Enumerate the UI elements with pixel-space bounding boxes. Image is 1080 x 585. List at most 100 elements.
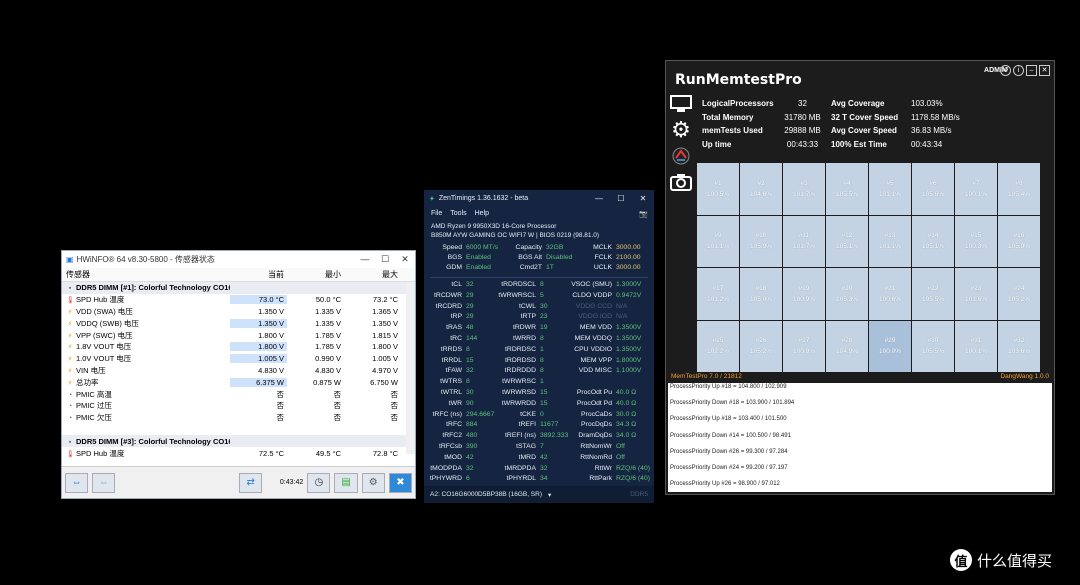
timing-label: tWRWRSD — [502, 388, 536, 396]
thread-cell[interactable]: #14 105.1% — [912, 215, 954, 267]
gear-icon[interactable]: ⚙ — [670, 117, 692, 142]
log-line: ProcessPriority Down #18 = 103.900 / 101… — [670, 400, 795, 407]
thread-cell[interactable]: #6 105.6% — [912, 163, 954, 215]
sensor-row[interactable] — [62, 424, 415, 436]
thread-cell[interactable]: #24 105.2% — [998, 268, 1040, 320]
thread-coverage: 105.2% — [1007, 295, 1031, 303]
screenshot-icon[interactable]: 📷 — [639, 210, 648, 218]
thread-cell[interactable]: #30 105.5% — [912, 320, 954, 372]
thread-cell[interactable]: #5 101.1% — [869, 163, 911, 215]
menu-file[interactable]: File — [431, 210, 442, 217]
thread-cell[interactable]: #27 100.9% — [783, 320, 825, 372]
rm-close-button[interactable]: ✕ — [1039, 65, 1050, 76]
thread-cell[interactable]: #11 101.7% — [783, 215, 825, 267]
col-sensor[interactable]: 传感器 — [62, 269, 230, 280]
sensor-row[interactable]: ⚡ VDDQ (SWB) 电压 1.350 V 1.335 V 1.350 V — [62, 317, 415, 329]
thread-cell[interactable]: #15 100.3% — [955, 215, 997, 267]
sensor-row[interactable]: ⚡ VDD (SWA) 电压 1.350 V 1.335 V 1.365 V — [62, 306, 415, 318]
thread-cell[interactable]: #12 105.1% — [826, 215, 868, 267]
sensor-row[interactable]: ⚡ VPP (SWC) 电压 1.800 V 1.785 V 1.815 V — [62, 329, 415, 341]
thread-cell[interactable]: #3 101.7% — [783, 163, 825, 215]
thread-cell[interactable]: #9 101.1% — [697, 215, 739, 267]
exit-icon[interactable]: ✖ — [388, 472, 413, 493]
info-icon[interactable]: i — [1013, 65, 1024, 76]
thread-cell[interactable]: #1 100.5% — [697, 163, 739, 215]
thread-cell[interactable]: #19 100.9% — [783, 268, 825, 320]
history-icon[interactable]: ↺ — [1000, 65, 1011, 76]
maximize-button[interactable]: ☐ — [375, 254, 395, 265]
thread-cell[interactable]: #32 103.6% — [998, 320, 1040, 372]
report-icon[interactable]: ▤ — [334, 472, 358, 493]
sensor-row[interactable]: ◔ PMIC 欠压 否 否 否 — [62, 412, 415, 424]
thread-cell[interactable]: #26 105.2% — [740, 320, 782, 372]
thread-cell[interactable]: #29 100.0% — [869, 320, 911, 372]
app-logo-icon[interactable] — [670, 144, 692, 168]
thread-coverage: 105.4% — [1007, 190, 1031, 198]
menu-tools[interactable]: Tools — [450, 210, 466, 217]
sensor-row[interactable]: ◔ PMIC 过压 否 否 否 — [62, 400, 415, 412]
thread-coverage: 101.6% — [964, 295, 988, 303]
zt-close-button[interactable]: ✕ — [632, 194, 654, 203]
thread-cell[interactable]: #22 105.5% — [912, 268, 954, 320]
thread-coverage: 101.1% — [878, 190, 902, 198]
col-max[interactable]: 最大 — [344, 269, 401, 280]
nav-left-icon[interactable]: ⇔ — [65, 472, 89, 493]
sensor-row[interactable]: 🌡SPD Hub 温度 72.5 °C 49.5 °C 72.8 °C — [62, 447, 415, 459]
col-min[interactable]: 最小 — [287, 269, 344, 280]
thread-cell[interactable]: #23 101.6% — [955, 268, 997, 320]
thread-cell[interactable]: #2 104.6% — [740, 163, 782, 215]
thread-coverage: 101.7% — [792, 190, 816, 198]
thread-cell[interactable]: #20 105.3% — [826, 268, 868, 320]
sensor-row[interactable]: ⚡ VIN 电压 4.830 V 4.830 V 4.970 V — [62, 365, 415, 377]
sensor-section[interactable]: ▪ DDR5 DIMM [#1]: Colorful Technology CO1… — [62, 282, 415, 294]
thread-cell[interactable]: #13 101.1% — [869, 215, 911, 267]
timing-value: 5 — [540, 291, 544, 299]
sensor-label: VDDQ (SWB) 电压 — [76, 318, 139, 328]
zt-minimize-button[interactable]: — — [588, 194, 610, 203]
camera-icon[interactable] — [670, 170, 692, 194]
thread-id: #32 — [1013, 337, 1025, 345]
sensor-name: 🌡SPD Hub 温度 — [62, 448, 230, 459]
thread-id: #23 — [970, 284, 982, 292]
module-select[interactable]: A2: CO16G6000D5BP38B (16GB, SR) — [430, 491, 542, 498]
value-min: 1.785 V — [315, 342, 341, 352]
sensor-label: SPD Hub 温度 — [76, 295, 125, 305]
menu-help[interactable]: Help — [475, 210, 489, 217]
clock-icon[interactable]: ◷ — [307, 472, 331, 493]
sensor-row[interactable]: ⚡ 1.0V VOUT 电压 1.005 V 0.990 V 1.005 V — [62, 353, 415, 365]
close-button[interactable]: ✕ — [395, 254, 415, 265]
thread-cell[interactable]: #7 100.1% — [955, 163, 997, 215]
thread-cell[interactable]: #25 102.2% — [697, 320, 739, 372]
value-current: 否 — [276, 401, 285, 411]
thread-cell[interactable]: #28 104.9% — [826, 320, 868, 372]
thread-id: #10 — [755, 232, 767, 240]
thread-cell[interactable]: #31 100.1% — [955, 320, 997, 372]
zt-maximize-button[interactable]: ☐ — [610, 194, 632, 203]
sensor-section[interactable]: ▪ DDR5 DIMM [#3]: Colorful Technology CO1… — [62, 435, 415, 448]
rm-minimize-button[interactable]: – — [1026, 65, 1037, 76]
thread-cell[interactable]: #4 105.5% — [826, 163, 868, 215]
chevron-down-icon[interactable]: ▾ — [548, 491, 551, 499]
thread-cell[interactable]: #21 100.6% — [869, 268, 911, 320]
value-current: 1.800 V — [230, 342, 287, 352]
sensor-row[interactable]: ⚡ 总功率 6.375 W 0.875 W 6.750 W — [62, 376, 415, 388]
sensor-row[interactable]: ⚡ 1.8V VOUT 电压 1.800 V 1.785 V 1.800 V — [62, 341, 415, 353]
network-icon[interactable]: ⇄ — [239, 472, 263, 493]
settings-icon[interactable]: ⚙ — [361, 472, 385, 493]
sensor-name: ⚡ VPP (SWC) 电压 — [62, 330, 230, 341]
sensor-scrollbar[interactable] — [406, 282, 415, 454]
sensor-row[interactable]: 🌡SPD Hub 温度 73.0 °C 50.0 °C 73.2 °C — [62, 294, 415, 306]
thread-cell[interactable]: #18 105.0% — [740, 268, 782, 320]
minimize-button[interactable]: — — [355, 254, 375, 265]
thread-cell[interactable]: #10 105.9% — [740, 215, 782, 267]
sensor-row[interactable]: ◔ PMIC 高温 否 否 否 — [62, 388, 415, 400]
col-current[interactable]: 当前 — [230, 269, 287, 280]
monitor-icon[interactable] — [670, 92, 692, 116]
timing-label: CPU VDDIO — [574, 345, 612, 353]
thread-cell[interactable]: #17 101.2% — [697, 268, 739, 320]
rm-log[interactable]: ProcessPriority Up #18 = 104.800 / 102.9… — [668, 383, 1052, 492]
timing-value: RZQ/6 (40) — [616, 464, 650, 472]
thread-cell[interactable]: #16 105.9% — [998, 215, 1040, 267]
nav-right-icon[interactable]: ⇔ — [92, 472, 116, 493]
thread-cell[interactable]: #8 105.4% — [998, 163, 1040, 215]
